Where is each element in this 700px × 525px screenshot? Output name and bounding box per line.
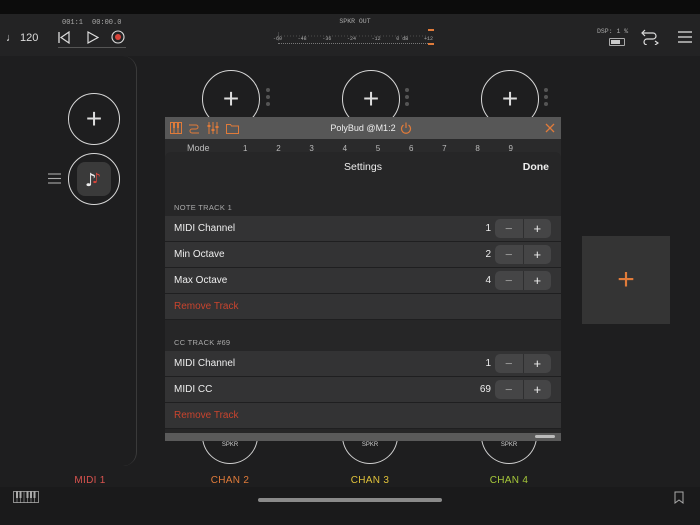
row-value: 1	[485, 223, 491, 234]
settings-row-cc-midi-channel: MIDI Channel 1 − +	[165, 351, 561, 377]
plugin-footer-bar	[165, 433, 561, 441]
resize-handle[interactable]	[535, 435, 555, 438]
record-icon[interactable]	[111, 30, 125, 44]
knob-label: SPKR	[500, 442, 518, 448]
knob-label: SPKR	[361, 442, 379, 448]
increment-button[interactable]: +	[524, 219, 552, 238]
max-octave-stepper[interactable]: − +	[495, 271, 551, 290]
increment-button[interactable]: +	[524, 380, 552, 399]
remove-track-button[interactable]: Remove Track	[174, 403, 238, 428]
meter-tick: -60	[273, 36, 283, 42]
meter-tick: -12	[371, 36, 381, 42]
mixer-sliders-icon[interactable]	[206, 121, 220, 135]
settings-sheet: Settings Done NOTE TRACK 1 MIDI Channel …	[165, 152, 561, 441]
decrement-button[interactable]: −	[495, 219, 524, 238]
drag-handle-icon[interactable]	[47, 171, 61, 185]
chan4-level-dots	[544, 88, 548, 109]
plus-icon: +	[85, 103, 103, 134]
remove-note-track-row[interactable]: Remove Track	[165, 294, 561, 320]
meter-tick: -36	[322, 36, 332, 42]
row-value: 2	[485, 249, 491, 260]
add-channel-button[interactable]: +	[582, 236, 670, 324]
section-header-cc-track: CC TRACK #69	[174, 338, 231, 347]
knob-label: SPKR	[221, 442, 239, 448]
plugin-routing-icon[interactable]	[187, 121, 201, 135]
settings-title: Settings	[344, 161, 382, 173]
bottom-bar	[0, 487, 700, 525]
svg-text:♪: ♪	[92, 171, 101, 187]
dsp-readout: DSP: 1 %	[597, 28, 629, 35]
increment-button[interactable]: +	[524, 271, 552, 290]
row-label: Min Octave	[174, 249, 225, 260]
polybud-app-icon: ♪ ♪	[77, 162, 111, 196]
time-readout: 00:00.0	[92, 19, 122, 27]
folder-icon[interactable]	[225, 121, 239, 135]
channel-label-chan4[interactable]: CHAN 4	[479, 475, 539, 486]
polybud-plugin-slot[interactable]: ♪ ♪	[68, 153, 120, 205]
meter-tick: -48	[297, 36, 307, 42]
menu-icon[interactable]	[677, 29, 693, 45]
row-value: 69	[479, 384, 491, 395]
add-midi-source-button[interactable]: +	[68, 93, 120, 145]
remove-track-button[interactable]: Remove Track	[174, 294, 238, 319]
meter-scale: -60 -48 -36 -24 -12 0 dB +12	[273, 36, 433, 42]
row-label: MIDI Channel	[174, 223, 236, 234]
tempo-display[interactable]: ♩ 120	[6, 32, 38, 44]
plus-icon: +	[362, 83, 380, 114]
midi-channel-stepper[interactable]: − +	[495, 219, 551, 238]
chan3-level-dots	[405, 88, 409, 109]
transport-divider	[58, 47, 126, 48]
remove-cc-track-row[interactable]: Remove Track	[165, 403, 561, 429]
chan2-level-dots	[266, 88, 270, 109]
settings-row-min-octave: Min Octave 2 − +	[165, 242, 561, 268]
decrement-button[interactable]: −	[495, 271, 524, 290]
play-icon[interactable]	[86, 30, 100, 44]
meter-tick: +12	[423, 36, 433, 42]
done-button[interactable]: Done	[523, 161, 549, 173]
channel-label-chan3[interactable]: CHAN 3	[340, 475, 400, 486]
power-icon[interactable]	[399, 121, 413, 135]
section-header-note-track: NOTE TRACK 1	[174, 203, 233, 212]
min-octave-stepper[interactable]: − +	[495, 245, 551, 264]
close-plugin-icon[interactable]	[543, 121, 557, 135]
meter-peak-left	[428, 29, 434, 31]
decrement-button[interactable]: −	[495, 245, 524, 264]
midi-cc-stepper[interactable]: − +	[495, 380, 551, 399]
row-label: MIDI Channel	[174, 358, 236, 369]
home-indicator[interactable]	[258, 498, 442, 502]
settings-row-midi-channel: MIDI Channel 1 − +	[165, 216, 561, 242]
row-label: Max Octave	[174, 275, 228, 286]
increment-button[interactable]: +	[524, 354, 552, 373]
settings-row-midi-cc: MIDI CC 69 − +	[165, 377, 561, 403]
channel-label-midi1[interactable]: MIDI 1	[60, 475, 120, 486]
keyboard-icon[interactable]	[13, 490, 39, 504]
plus-icon: +	[222, 83, 240, 114]
row-value: 4	[485, 275, 491, 286]
decrement-button[interactable]: −	[495, 380, 524, 399]
cc-midi-channel-stepper[interactable]: − +	[495, 354, 551, 373]
piano-roll-icon[interactable]	[169, 121, 183, 135]
channel-label-chan2[interactable]: CHAN 2	[200, 475, 260, 486]
bookmark-icon[interactable]	[673, 490, 685, 504]
settings-row-max-octave: Max Octave 4 − +	[165, 268, 561, 294]
decrement-button[interactable]: −	[495, 354, 524, 373]
rewind-icon[interactable]	[57, 30, 71, 44]
meter-label: SPKR OUT	[339, 18, 371, 25]
row-value: 1	[485, 358, 491, 369]
plus-icon: +	[617, 263, 635, 296]
plus-icon: +	[501, 83, 519, 114]
meter-tick: -24	[346, 36, 356, 42]
plugin-window: PolyBud @M1:2 Mode 1 2 3 4 5 6 7 8 9 Set…	[165, 117, 561, 441]
routing-icon[interactable]	[640, 28, 660, 46]
row-label: MIDI CC	[174, 384, 213, 395]
meter-tick: 0 dB	[396, 36, 409, 42]
increment-button[interactable]: +	[524, 245, 552, 264]
status-bar	[0, 0, 700, 14]
meter-peak-right	[428, 43, 434, 45]
position-readout: 001:1	[62, 19, 84, 27]
meter-bar-right	[278, 43, 428, 47]
battery-icon	[609, 38, 625, 46]
